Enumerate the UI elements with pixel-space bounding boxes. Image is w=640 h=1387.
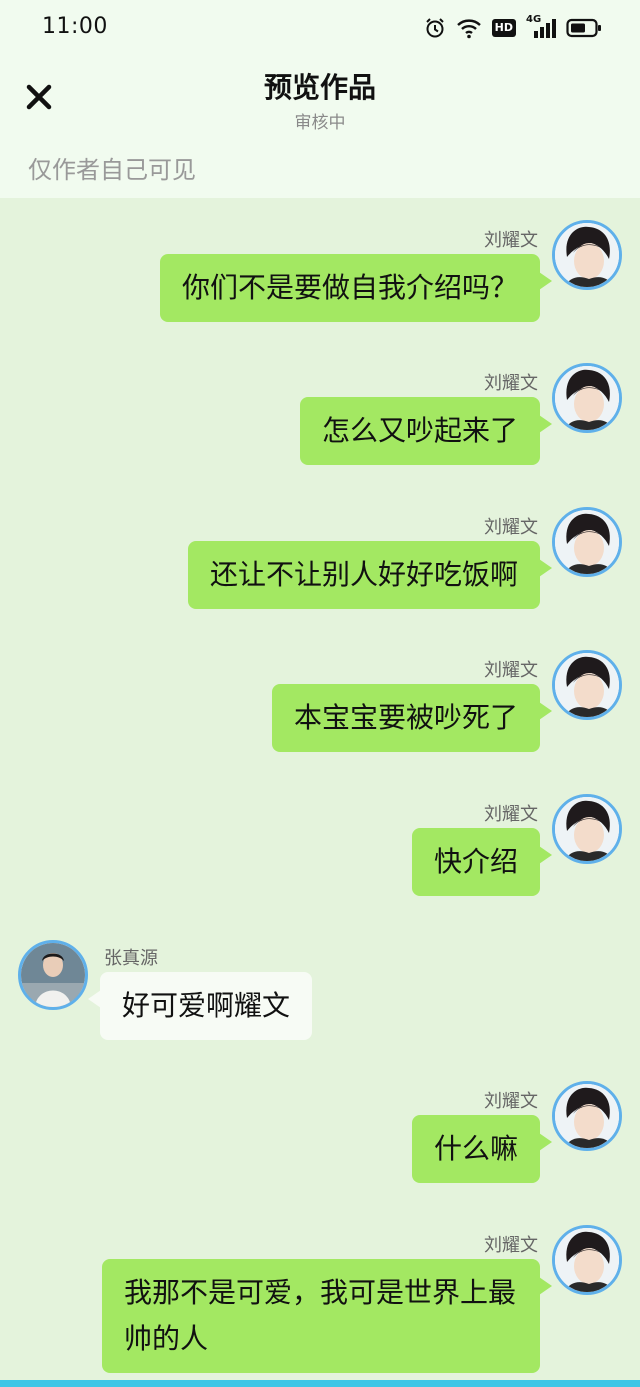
wifi-icon (456, 17, 482, 39)
message-item: 刘耀文 快介绍 (0, 772, 640, 902)
avatar-liu-yaowen[interactable] (552, 650, 622, 720)
message-bubble[interactable]: 你们不是要做自我介绍吗？ (159, 254, 553, 322)
message-item: 刘耀文 什么嘛 (0, 1059, 640, 1189)
sender-name: 刘耀文 (484, 1091, 538, 1112)
message-bubble[interactable]: 好可爱啊耀文 (87, 972, 313, 1040)
avatar-liu-yaowen[interactable] (552, 220, 622, 290)
message-bubble[interactable]: 我那不是可爱，我可是世界上最帅的人 (102, 1259, 552, 1373)
chat-area[interactable]: 刘耀文 你们不是要做自我介绍吗？ 刘耀文 怎么又吵起来了 刘耀文 还让不让别人好… (0, 198, 640, 1378)
status-icons: HD 4G (424, 14, 602, 42)
message-item: 刘耀文 怎么又吵起来了 (0, 341, 640, 471)
signal-4g-icon: 4G (526, 14, 556, 39)
message-item: 刘耀文 我那不是可爱，我可是世界上最帅的人 (0, 1203, 640, 1378)
visibility-note: 仅作者自己可见 (28, 156, 196, 184)
nav-bar: 预览作品 审核中 (0, 58, 640, 142)
sender-name: 刘耀文 (484, 373, 538, 394)
avatar-liu-yaowen[interactable] (552, 363, 622, 433)
message-bubble[interactable]: 快介绍 (411, 828, 553, 896)
avatar-zhang-zhenyuan[interactable] (18, 940, 88, 1010)
sender-name: 刘耀文 (484, 230, 538, 251)
sender-name: 刘耀文 (484, 1235, 538, 1256)
hd-icon: HD (491, 19, 516, 37)
status-bar: 11:00 HD 4G (0, 0, 640, 58)
battery-icon (566, 18, 602, 38)
message-item: 刘耀文 本宝宝要被吵死了 (0, 628, 640, 758)
sender-name: 刘耀文 (484, 660, 538, 681)
avatar-liu-yaowen[interactable] (552, 1225, 622, 1295)
status-time: 11:00 (42, 14, 108, 39)
message-bubble[interactable]: 怎么又吵起来了 (299, 397, 553, 465)
avatar-liu-yaowen[interactable] (552, 1081, 622, 1151)
sender-name: 刘耀文 (484, 517, 538, 538)
page-title: 预览作品 (263, 71, 376, 104)
bottom-accent-bar (0, 1380, 640, 1387)
sender-name: 张真源 (104, 948, 158, 969)
header-area: 11:00 HD 4G 预览作品 审核中 仅作者自己可见 (0, 0, 640, 198)
avatar-liu-yaowen[interactable] (552, 507, 622, 577)
message-item: 刘耀文 你们不是要做自我介绍吗？ (0, 198, 640, 328)
review-status: 审核中 (294, 113, 346, 133)
message-bubble[interactable]: 还让不让别人好好吃饭啊 (187, 541, 553, 609)
avatar-liu-yaowen[interactable] (552, 794, 622, 864)
message-bubble[interactable]: 什么嘛 (411, 1115, 553, 1183)
message-item: 张真源 好可爱啊耀文 (0, 938, 640, 1048)
alarm-icon (424, 17, 446, 39)
message-bubble[interactable]: 本宝宝要被吵死了 (271, 684, 553, 752)
sender-name: 刘耀文 (484, 804, 538, 825)
message-item: 刘耀文 还让不让别人好好吃饭啊 (0, 485, 640, 615)
